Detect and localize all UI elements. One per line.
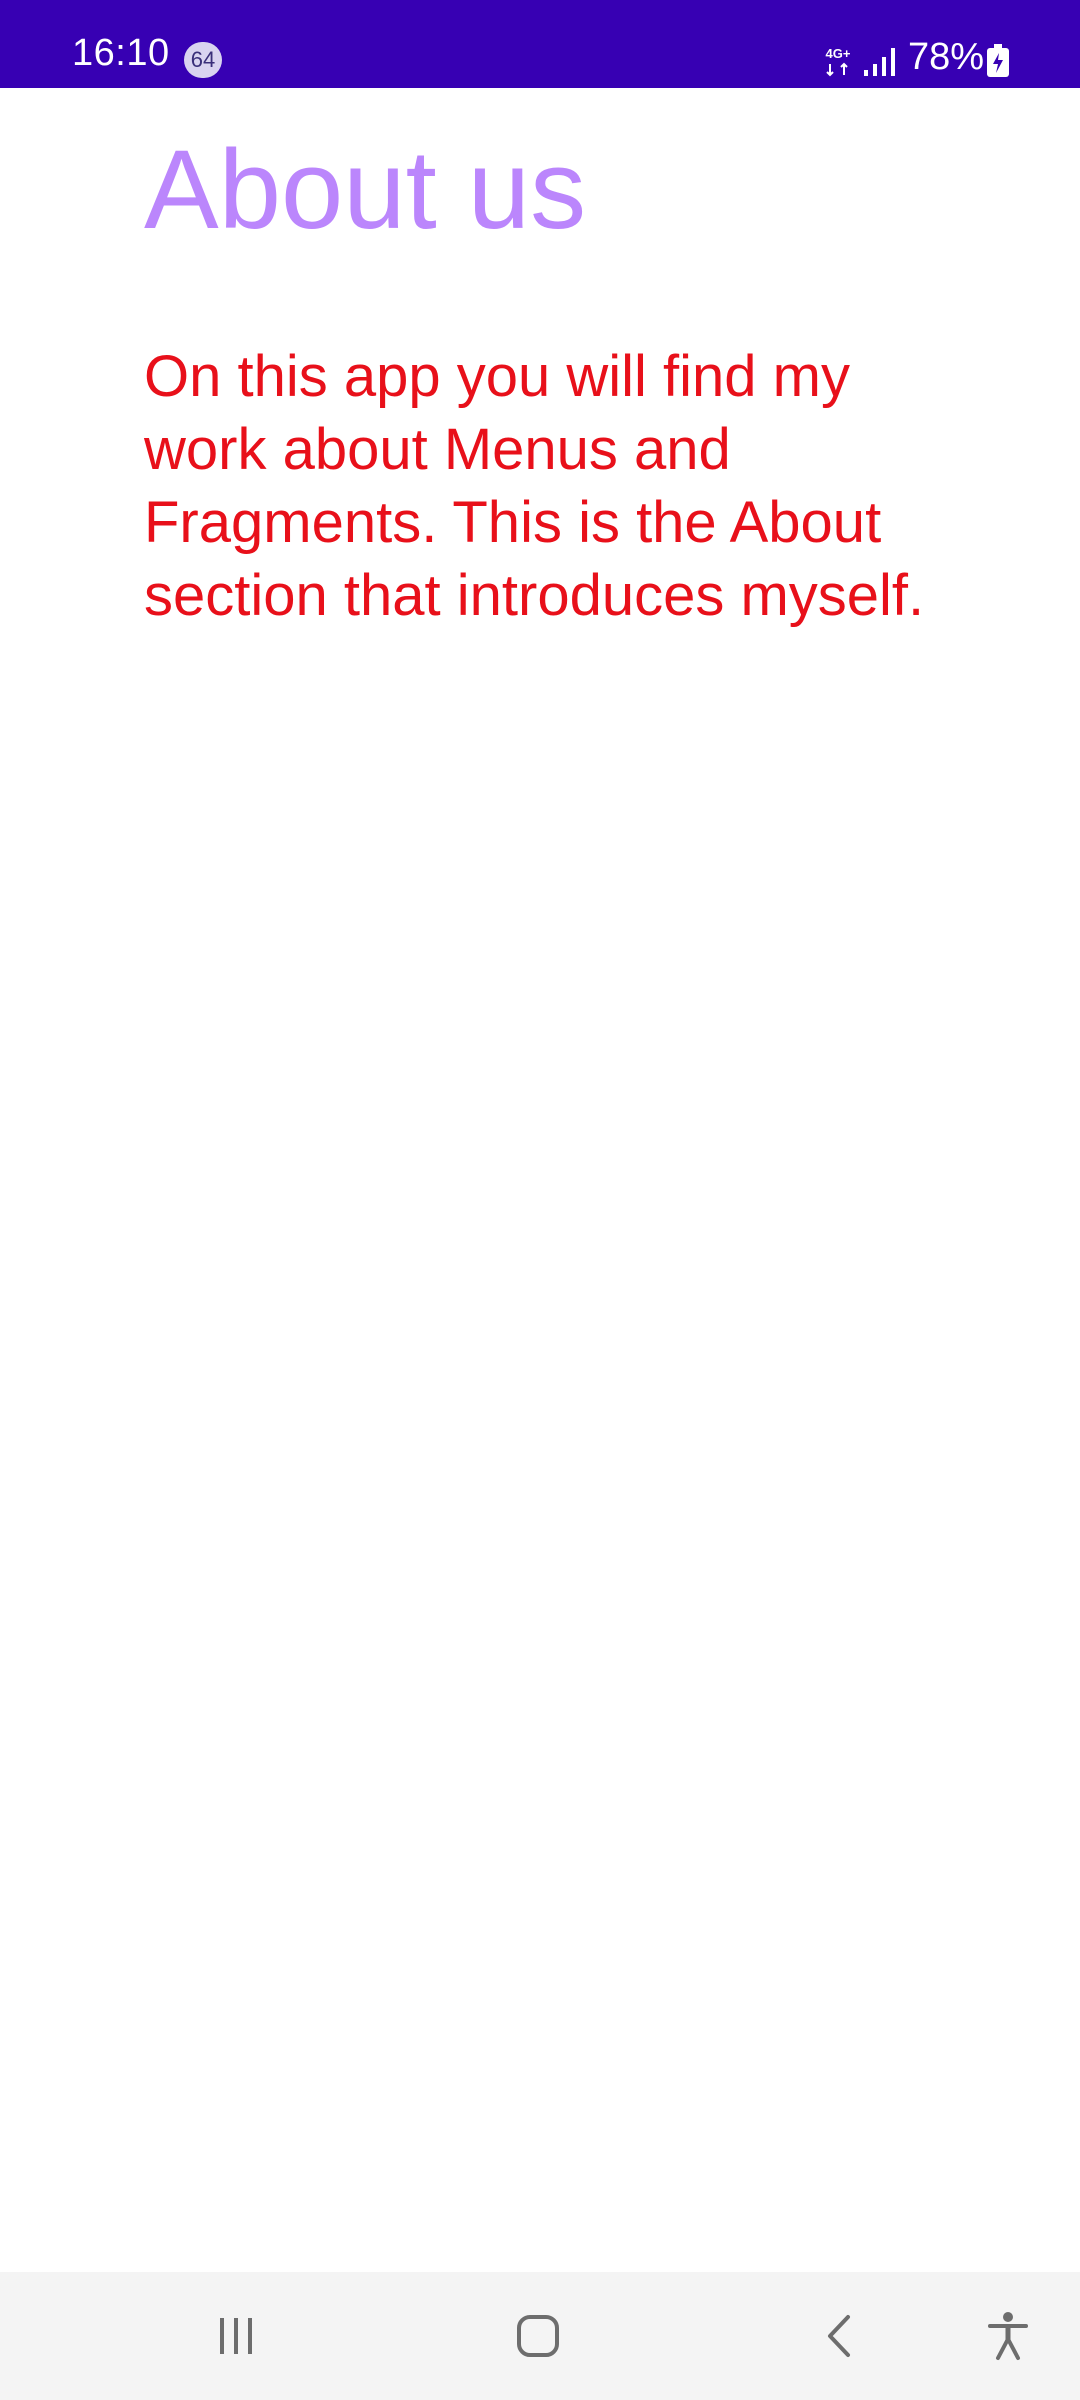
status-bar: 16:10 64 4G+ 78% <box>0 0 1080 88</box>
recent-apps-icon <box>220 2318 252 2354</box>
about-description: On this app you will find my work about … <box>144 344 925 628</box>
battery-charging-icon <box>987 44 1009 77</box>
page-title: About us <box>144 127 587 252</box>
status-time: 16:10 <box>72 32 170 74</box>
battery-percent: 78% <box>908 36 985 78</box>
back-icon <box>828 2315 850 2357</box>
signal-strength-icon <box>864 48 895 76</box>
network-type-icon: 4G+ <box>826 46 851 77</box>
home-button[interactable] <box>498 2296 578 2376</box>
navigation-bar <box>0 2272 1080 2400</box>
recent-apps-button[interactable] <box>196 2296 276 2376</box>
notification-count-badge: 64 <box>184 42 222 78</box>
back-button[interactable] <box>800 2296 880 2376</box>
home-icon <box>517 2315 559 2357</box>
accessibility-button[interactable] <box>968 2296 1048 2376</box>
accessibility-icon <box>988 2312 1028 2360</box>
network-type-label: 4G+ <box>826 46 851 61</box>
